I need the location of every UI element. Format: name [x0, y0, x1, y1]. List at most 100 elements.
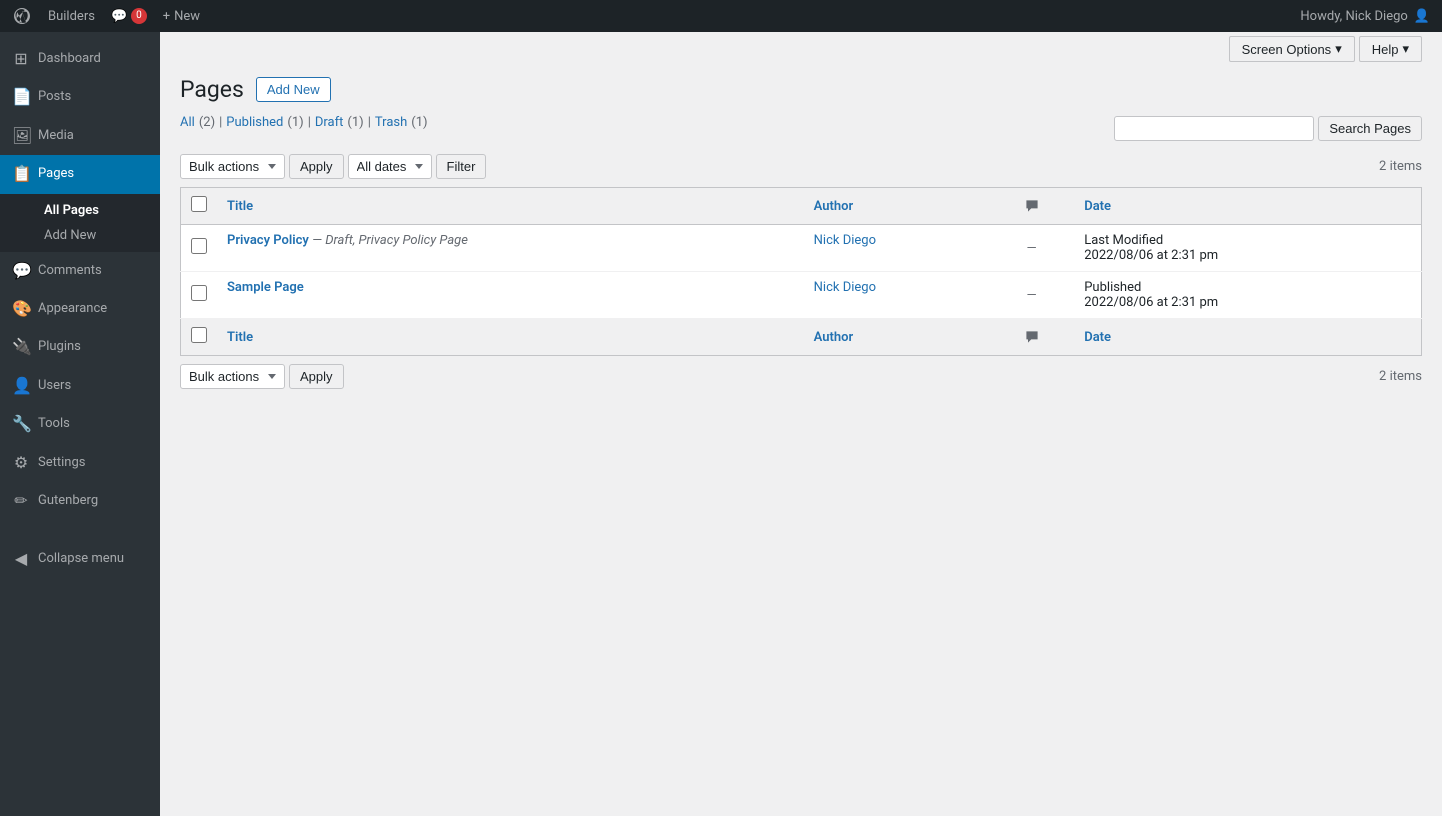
- user-avatar-icon: 👤: [1414, 9, 1430, 24]
- collapse-label: Collapse menu: [38, 550, 124, 568]
- sidebar-item-appearance[interactable]: 🎨 Appearance: [0, 290, 160, 328]
- filter-published-link[interactable]: Published: [226, 115, 283, 130]
- date-footer-header[interactable]: Date: [1074, 319, 1421, 356]
- toolbar-left: Bulk actions Apply All dates Filter: [180, 154, 486, 179]
- sidebar-item-label: Plugins: [38, 338, 81, 356]
- select-all-checkbox-footer[interactable]: [191, 327, 207, 343]
- admin-bar: Builders 💬 0 + New Howdy, Nick Diego 👤: [0, 0, 1442, 32]
- new-label: New: [174, 9, 200, 24]
- row-title-cell: Sample Page: [217, 272, 804, 319]
- bulk-apply-button-top[interactable]: Apply: [289, 154, 344, 179]
- bottom-toolbar-left: Bulk actions Apply: [180, 364, 344, 389]
- select-all-checkbox[interactable]: [191, 196, 207, 212]
- row-date-cell: Published 2022/08/06 at 2:31 pm: [1074, 272, 1421, 319]
- items-count-bottom-container: 2 items: [1379, 369, 1422, 384]
- comments-dash: —: [1026, 241, 1036, 256]
- filter-trash-count: (1): [411, 115, 427, 130]
- appearance-icon: 🎨: [12, 298, 30, 320]
- sidebar-sub-item-add-new[interactable]: Add New: [36, 223, 160, 248]
- title-footer-header[interactable]: Title: [217, 319, 804, 356]
- new-content-link[interactable]: + New: [163, 9, 200, 24]
- gutenberg-icon: ✏: [12, 490, 30, 512]
- select-all-header: [181, 188, 218, 225]
- plus-icon: +: [163, 9, 170, 24]
- help-button[interactable]: Help ▾: [1359, 36, 1422, 62]
- search-input[interactable]: [1114, 116, 1314, 141]
- comments-link[interactable]: 💬 0: [111, 8, 147, 24]
- table-body: Privacy Policy — Draft, Privacy Policy P…: [181, 225, 1422, 356]
- author-link[interactable]: Nick Diego: [814, 233, 876, 248]
- filter-draft-count: (1): [347, 115, 363, 130]
- row-checkbox[interactable]: [191, 285, 207, 301]
- items-count-bottom: 2 items: [1379, 369, 1422, 384]
- filter-trash-link[interactable]: Trash: [375, 115, 407, 130]
- help-chevron-icon: ▾: [1402, 41, 1409, 57]
- table-footer-row: Title Author Date: [181, 319, 1422, 356]
- toolbar-right: 2 items: [1379, 159, 1422, 174]
- sidebar-item-tools[interactable]: 🔧 Tools: [0, 405, 160, 443]
- wordpress-logo[interactable]: [12, 6, 32, 26]
- post-state: — Draft, Privacy Policy Page: [312, 233, 468, 248]
- page-title: Pages: [180, 76, 244, 103]
- page-content: Pages Add New All (2) | Published (1) | …: [160, 66, 1442, 409]
- bulk-apply-button-bottom[interactable]: Apply: [289, 364, 344, 389]
- sidebar-item-plugins[interactable]: 🔌 Plugins: [0, 328, 160, 366]
- sidebar-item-dashboard[interactable]: ⊞ Dashboard: [0, 40, 160, 78]
- sidebar-item-label: Posts: [38, 88, 71, 106]
- top-bar: Screen Options ▾ Help ▾: [160, 32, 1442, 66]
- sidebar-item-label: Settings: [38, 454, 85, 472]
- sidebar-item-gutenberg[interactable]: ✏ Gutenberg: [0, 482, 160, 520]
- title-column-header[interactable]: Title: [217, 188, 804, 225]
- sidebar-item-media[interactable]: 🖼 Media: [0, 117, 160, 155]
- sidebar-collapse-menu[interactable]: ◀ Collapse menu: [0, 540, 160, 578]
- comment-count: 0: [131, 8, 147, 24]
- sidebar-item-label: Comments: [38, 262, 102, 280]
- bulk-actions-select-top[interactable]: Bulk actions: [180, 154, 285, 179]
- select-all-footer-header: [181, 319, 218, 356]
- site-name-link[interactable]: Builders: [48, 9, 95, 24]
- sidebar-item-label: Tools: [38, 415, 70, 433]
- media-icon: 🖼: [12, 125, 30, 147]
- table-row: Sample Page Nick Diego — Published 2022/…: [181, 272, 1422, 319]
- search-bar: Search Pages: [1114, 116, 1422, 141]
- date-label: Last Modified: [1084, 233, 1163, 248]
- row-checkbox-cell: [181, 225, 218, 272]
- sidebar-sub-item-all-pages[interactable]: All Pages: [36, 198, 160, 223]
- sidebar-item-settings[interactable]: ⚙ Settings: [0, 444, 160, 482]
- filter-all-link[interactable]: All: [180, 115, 195, 130]
- screen-options-chevron-icon: ▾: [1335, 41, 1342, 57]
- bulk-actions-select-bottom[interactable]: Bulk actions: [180, 364, 285, 389]
- add-new-button[interactable]: Add New: [256, 77, 331, 102]
- comments-dash: —: [1026, 288, 1036, 303]
- date-value: 2022/08/06 at 2:31 pm: [1084, 248, 1218, 263]
- author-column-header[interactable]: Author: [804, 188, 989, 225]
- sidebar-item-label: Gutenberg: [38, 492, 98, 510]
- site-name-label: Builders: [48, 9, 95, 24]
- date-filter-select[interactable]: All dates: [348, 154, 432, 179]
- author-link[interactable]: Nick Diego: [814, 280, 876, 295]
- date-column-header[interactable]: Date: [1074, 188, 1421, 225]
- comments-footer-icon: [1023, 329, 1041, 345]
- screen-options-button[interactable]: Screen Options ▾: [1229, 36, 1355, 62]
- comment-bubble-icon: 💬: [111, 9, 127, 24]
- pages-submenu: All Pages Add New: [0, 194, 160, 252]
- table-header-row: Title Author Date: [181, 188, 1422, 225]
- sidebar-item-label: Dashboard: [38, 50, 101, 68]
- sidebar-item-comments[interactable]: 💬 Comments: [0, 252, 160, 290]
- users-icon: 👤: [12, 375, 30, 397]
- filter-published-count: (1): [287, 115, 303, 130]
- filter-draft-link[interactable]: Draft: [315, 115, 344, 130]
- search-pages-button[interactable]: Search Pages: [1318, 116, 1422, 141]
- row-date-cell: Last Modified 2022/08/06 at 2:31 pm: [1074, 225, 1421, 272]
- sidebar-item-pages[interactable]: 📋 Pages: [0, 155, 160, 193]
- sidebar-item-users[interactable]: 👤 Users: [0, 367, 160, 405]
- filter-button[interactable]: Filter: [436, 154, 487, 179]
- author-footer-header[interactable]: Author: [804, 319, 989, 356]
- page-title-link[interactable]: Privacy Policy: [227, 233, 309, 248]
- sidebar-item-posts[interactable]: 📄 Posts: [0, 78, 160, 116]
- sidebar-item-label: Pages: [38, 165, 74, 183]
- row-comments-cell: —: [989, 272, 1074, 319]
- row-checkbox-cell: [181, 272, 218, 319]
- row-checkbox[interactable]: [191, 238, 207, 254]
- page-title-link[interactable]: Sample Page: [227, 280, 304, 295]
